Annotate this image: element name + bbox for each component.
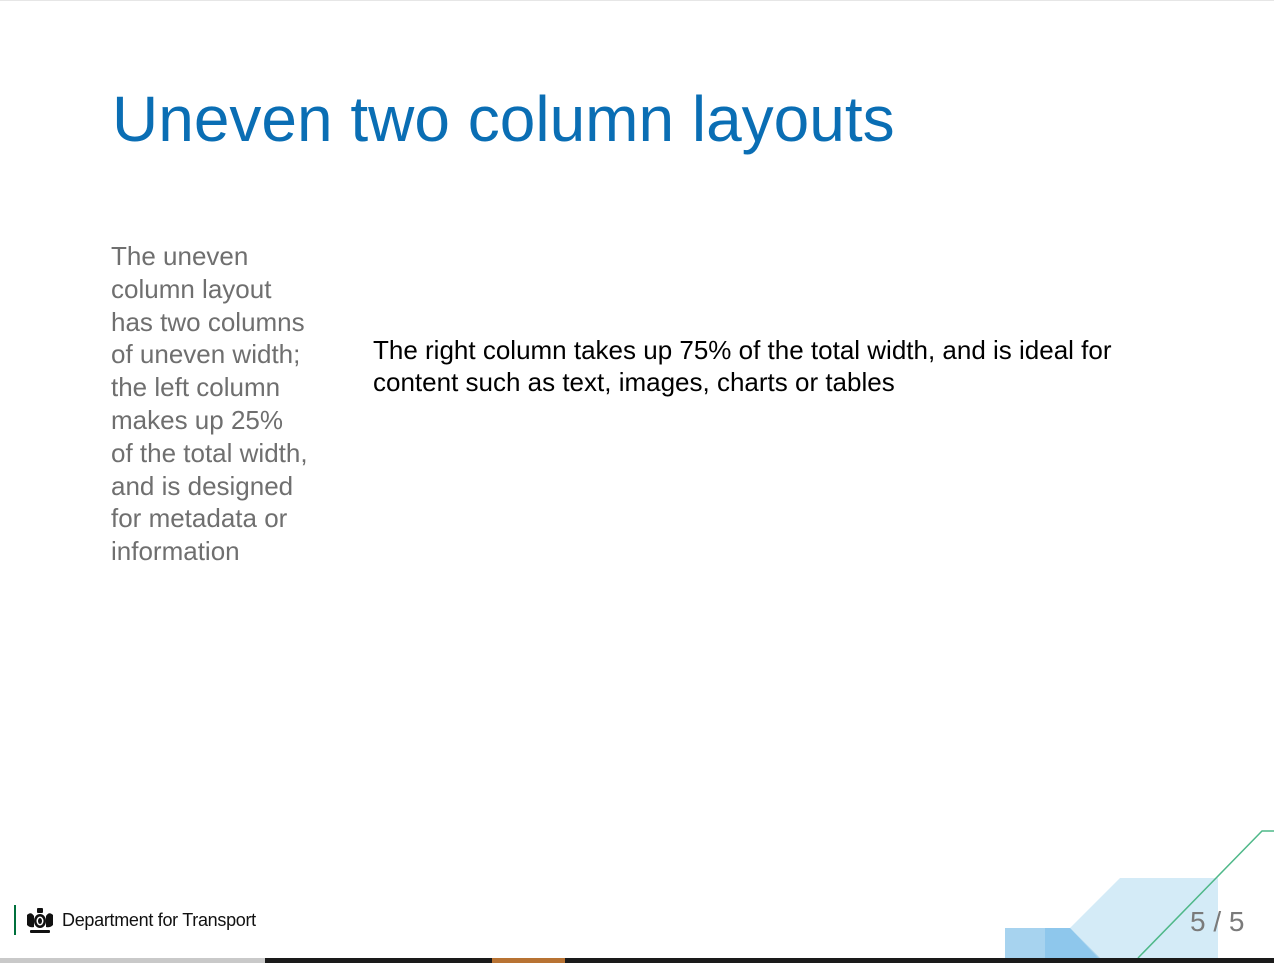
bottom-bar-segment <box>0 958 265 963</box>
page-number: 5 / 5 <box>1190 906 1245 937</box>
bottom-bar-segment <box>565 958 1274 963</box>
bottom-bar-segment <box>492 958 565 963</box>
decorative-shapes <box>1005 830 1274 959</box>
slide: Uneven two column layouts The uneven col… <box>0 0 1274 963</box>
bottom-color-bar <box>0 958 1274 963</box>
bottom-bar-segment <box>265 958 492 963</box>
